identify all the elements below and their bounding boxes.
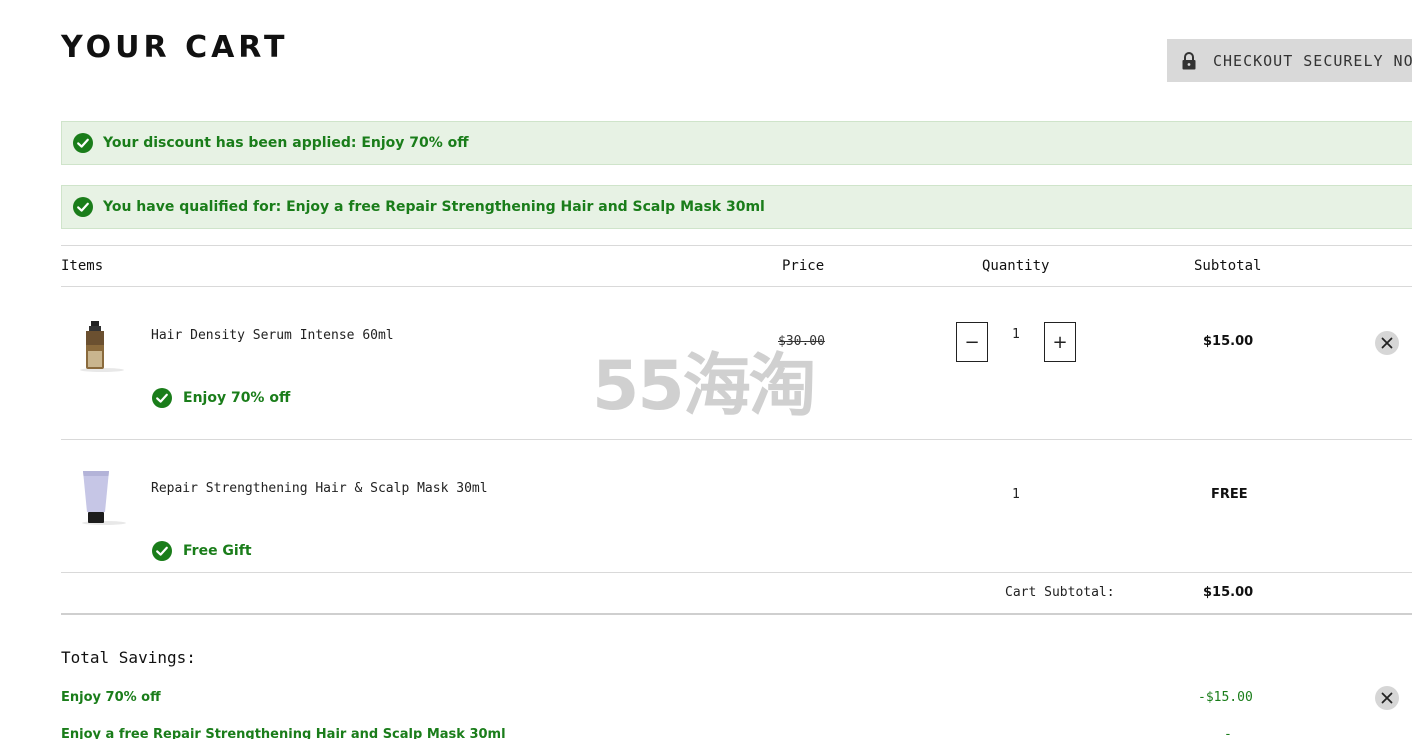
cart-subtotal-label: Cart Subtotal: <box>1005 585 1115 600</box>
quantity-increment-button[interactable]: + <box>1044 322 1076 362</box>
item-subtotal: $15.00 <box>1203 334 1254 349</box>
divider <box>61 286 1412 287</box>
divider <box>61 245 1412 246</box>
item-promo: Enjoy 70% off <box>152 388 290 408</box>
close-icon <box>1381 337 1393 349</box>
item-promo: Free Gift <box>152 541 252 561</box>
product-image-scalp-mask <box>82 471 126 525</box>
total-savings-title: Total Savings: <box>61 648 196 667</box>
divider <box>61 572 1412 573</box>
saving-label: Enjoy a free Repair Strengthening Hair a… <box>61 727 506 739</box>
product-name[interactable]: Repair Strengthening Hair & Scalp Mask 3… <box>151 481 488 496</box>
banner-text: You have qualified for: Enjoy a free Rep… <box>103 199 765 215</box>
promo-label: Free Gift <box>183 543 252 559</box>
saving-amount: - <box>1224 727 1232 739</box>
promo-label: Enjoy 70% off <box>183 390 291 406</box>
saving-amount: -$15.00 <box>1198 690 1253 705</box>
checkout-securely-button[interactable]: CHECKOUT SECURELY NOW <box>1167 39 1412 82</box>
product-image-serum <box>80 321 124 372</box>
product-name[interactable]: Hair Density Serum Intense 60ml <box>151 328 394 343</box>
banner-text: Your discount has been applied: Enjoy 70… <box>103 135 469 151</box>
saving-label: Enjoy 70% off <box>61 690 161 705</box>
cart-subtotal-value: $15.00 <box>1203 585 1254 600</box>
discount-applied-banner: Your discount has been applied: Enjoy 70… <box>61 121 1412 165</box>
column-header-quantity: Quantity <box>982 258 1050 274</box>
divider <box>61 613 1412 615</box>
close-icon <box>1381 692 1393 704</box>
divider <box>61 439 1412 440</box>
check-circle-icon <box>73 197 93 217</box>
remove-discount-button[interactable] <box>1375 686 1399 710</box>
free-gift-qualified-banner: You have qualified for: Enjoy a free Rep… <box>61 185 1412 229</box>
page-title: YOUR CART <box>61 30 289 65</box>
column-header-items: Items <box>61 258 104 274</box>
column-header-subtotal: Subtotal <box>1194 258 1262 274</box>
check-circle-icon <box>152 388 172 408</box>
quantity-value: 1 <box>1012 327 1020 342</box>
column-header-price: Price <box>782 258 825 274</box>
remove-item-button[interactable] <box>1375 331 1399 355</box>
check-circle-icon <box>73 133 93 153</box>
lock-icon <box>1182 51 1196 69</box>
original-price: $30.00 <box>778 334 825 349</box>
checkout-button-label: CHECKOUT SECURELY NOW <box>1213 51 1412 70</box>
item-subtotal: FREE <box>1211 487 1248 502</box>
check-circle-icon <box>152 541 172 561</box>
quantity-value: 1 <box>1012 487 1020 502</box>
quantity-decrement-button[interactable]: − <box>956 322 988 362</box>
